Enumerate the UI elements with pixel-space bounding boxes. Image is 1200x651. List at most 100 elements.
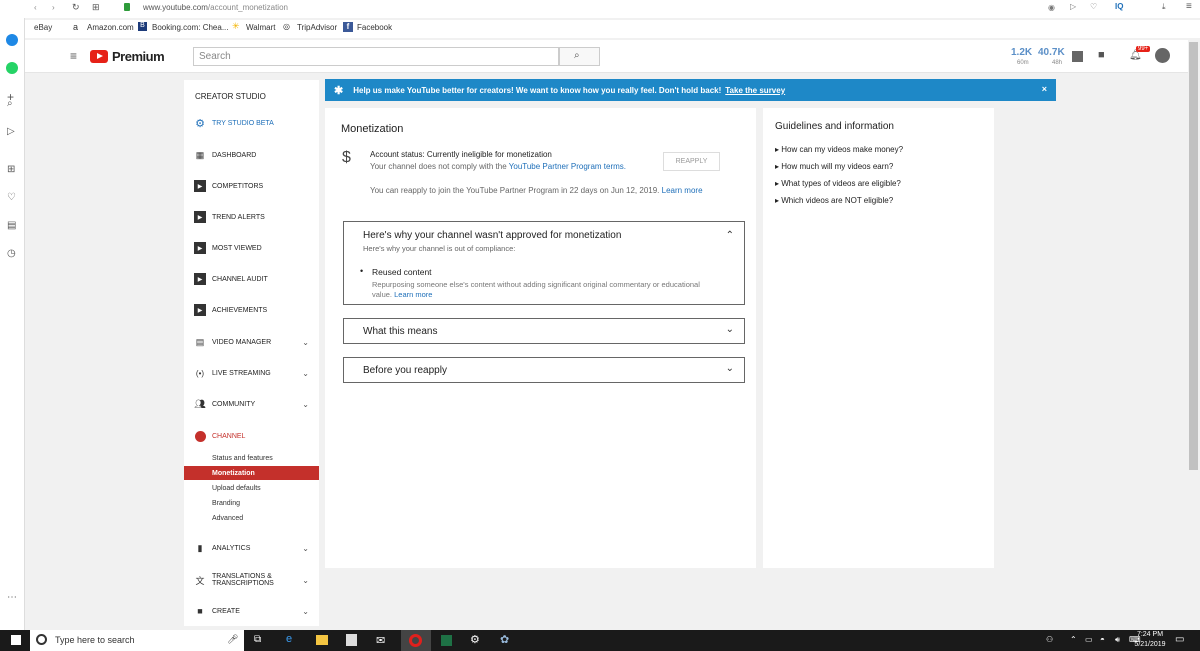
- sidebar-item-try-beta[interactable]: ⚙ TRY STUDIO BETA: [184, 115, 319, 131]
- vidiq-icon: ▶: [194, 180, 206, 192]
- tray-chevron-icon[interactable]: ⌃: [1070, 635, 1077, 644]
- learn-more-link[interactable]: Learn more: [394, 290, 432, 299]
- task-view-icon[interactable]: ⧉: [254, 634, 261, 645]
- sidebar-item-analytics[interactable]: ▮ ANALYTICS ⌄: [184, 540, 319, 556]
- clock-date[interactable]: 5/21/2019: [1131, 641, 1169, 648]
- sidebar-item-channel[interactable]: CHANNEL: [184, 428, 319, 444]
- iq-icon[interactable]: IQ: [1115, 2, 1123, 11]
- address-bar[interactable]: www.youtube.com/account_monetization: [143, 3, 288, 12]
- taskbar-search-input[interactable]: Type here to search 🎤︎: [30, 630, 244, 651]
- search-input[interactable]: Search: [193, 47, 559, 66]
- app-icon[interactable]: ✿: [500, 633, 509, 646]
- heart-icon[interactable]: ♡: [7, 192, 16, 203]
- chevron-up-icon[interactable]: ⌃: [726, 230, 734, 241]
- forward-icon[interactable]: ›: [52, 3, 55, 12]
- hamburger-icon[interactable]: ≡: [70, 49, 77, 63]
- analytics-icon[interactable]: [1072, 51, 1083, 62]
- partner-program-link[interactable]: YouTube Partner Program terms.: [509, 162, 626, 171]
- chevron-down-icon[interactable]: ⌄: [302, 544, 309, 553]
- sidebar-item-dashboard[interactable]: ▦ DASHBOARD: [184, 147, 319, 163]
- battery-icon[interactable]: ▭: [1085, 635, 1093, 644]
- chevron-down-icon[interactable]: ⌄: [302, 607, 309, 616]
- whatsapp-icon[interactable]: [6, 62, 18, 74]
- bookmark-tripadvisor[interactable]: TripAdvisor: [297, 23, 337, 32]
- apps-icon[interactable]: ⊞: [7, 164, 15, 175]
- clock-time[interactable]: 7:24 PM: [1133, 631, 1167, 638]
- chevron-down-icon[interactable]: ⌄: [302, 400, 309, 409]
- news-icon[interactable]: ▤: [7, 220, 16, 231]
- back-icon[interactable]: ‹: [34, 3, 37, 12]
- avatar[interactable]: [1155, 48, 1170, 63]
- sidebar-item-channel-audit[interactable]: ▶ CHANNEL AUDIT: [184, 271, 319, 287]
- accordion-before-you-reapply[interactable]: Before you reapply ⌄: [343, 357, 745, 383]
- menu-icon[interactable]: ≡: [1186, 1, 1192, 12]
- heart-icon[interactable]: ♡: [1090, 2, 1097, 11]
- history-icon[interactable]: ◷: [7, 248, 16, 259]
- bookmark-booking[interactable]: Booking.com: Chea...: [152, 23, 228, 32]
- send-icon[interactable]: ▷: [1070, 2, 1076, 11]
- sidebar-item-video-manager[interactable]: ▤ VIDEO MANAGER ⌄: [184, 334, 319, 350]
- sidebar-item-community[interactable]: 👥︎ COMMUNITY ⌄: [184, 396, 319, 412]
- sidebar-item-create[interactable]: ■ CREATE ⌄: [184, 603, 319, 619]
- sidebar-item-competitors[interactable]: ▶ COMPETITORS: [184, 178, 319, 194]
- file-explorer-icon[interactable]: [316, 635, 328, 645]
- edge-icon[interactable]: e: [286, 633, 292, 645]
- sidebar-item-most-viewed[interactable]: ▶ MOST VIEWED: [184, 240, 319, 256]
- store-icon[interactable]: [346, 634, 357, 646]
- learn-more-link[interactable]: Learn more: [662, 186, 703, 195]
- guideline-link[interactable]: ▸ What types of videos are eligible?: [775, 179, 901, 188]
- spreadsheet-icon[interactable]: [441, 635, 452, 646]
- sidebar-item-trend-alerts[interactable]: ▶ TREND ALERTS: [184, 209, 319, 225]
- microphone-icon[interactable]: 🎤︎: [227, 634, 238, 645]
- sidebar-subitem-monetization[interactable]: Monetization: [184, 466, 319, 480]
- chevron-down-icon[interactable]: ⌄: [302, 576, 309, 585]
- messenger-icon[interactable]: [6, 34, 18, 46]
- accordion-what-this-means[interactable]: What this means ⌄: [343, 318, 745, 344]
- chevron-down-icon[interactable]: ⌄: [726, 363, 734, 374]
- facebook-icon: f: [343, 22, 353, 32]
- sidebar-item-translations[interactable]: 文 TRANSLATIONS & TRANSCRIPTIONS ⌄: [184, 571, 319, 589]
- accordion-title[interactable]: Here's why your channel wasn't approved …: [363, 230, 621, 241]
- reload-icon[interactable]: ↻: [72, 2, 80, 13]
- camera-icon[interactable]: ◉: [1048, 3, 1055, 12]
- network-icon[interactable]: ◓: [1100, 635, 1105, 644]
- close-icon[interactable]: ×: [1042, 84, 1047, 94]
- scrollbar-thumb[interactable]: [1189, 42, 1198, 470]
- sidebar-subitem-advanced[interactable]: Advanced: [184, 511, 319, 525]
- take-survey-link[interactable]: Take the survey: [725, 86, 785, 95]
- chevron-down-icon[interactable]: ⌄: [302, 369, 309, 378]
- create-video-icon: ■: [197, 606, 203, 616]
- chevron-down-icon[interactable]: ⌄: [726, 324, 734, 335]
- settings-gear-icon[interactable]: ⚙: [470, 633, 480, 646]
- chevron-down-icon[interactable]: ⌄: [302, 338, 309, 347]
- premium-logo-text[interactable]: Premium: [112, 49, 165, 64]
- guideline-link[interactable]: ▸ Which videos are NOT eligible?: [775, 196, 893, 205]
- bookmark-facebook[interactable]: Facebook: [357, 23, 392, 32]
- guideline-link[interactable]: ▸ How much will my videos earn?: [775, 162, 893, 171]
- youtube-logo-icon[interactable]: [90, 50, 108, 63]
- people-icon[interactable]: ⚇: [1046, 635, 1053, 644]
- grid-icon[interactable]: ⊞: [92, 2, 100, 13]
- download-icon[interactable]: ⤓: [1162, 2, 1166, 12]
- bookmark-ebay[interactable]: eBay: [34, 23, 52, 32]
- search-icon[interactable]: ⌕: [7, 98, 13, 109]
- mail-icon[interactable]: ✉: [376, 634, 385, 647]
- volume-icon[interactable]: 🔊︎: [1115, 635, 1120, 645]
- sidebar-subitem-upload-defaults[interactable]: Upload defaults: [184, 481, 319, 495]
- sidebar-item-live-streaming[interactable]: (•) LIVE STREAMING ⌄: [184, 365, 319, 381]
- sidebar-subitem-branding[interactable]: Branding: [184, 496, 319, 510]
- windows-start-icon[interactable]: [11, 635, 21, 645]
- page-scrollbar[interactable]: [1188, 40, 1200, 630]
- video-camera-icon[interactable]: ■: [1098, 49, 1105, 61]
- reapply-button[interactable]: REAPPLY: [663, 152, 720, 171]
- guideline-link[interactable]: ▸ How can my videos make money?: [775, 145, 903, 154]
- sidebar-item-achievements[interactable]: ▶ ACHIEVEMENTS: [184, 302, 319, 318]
- search-button[interactable]: ⌕: [559, 47, 600, 66]
- sidebar-subitem-status[interactable]: Status and features: [184, 451, 319, 465]
- send-icon[interactable]: ▷: [7, 126, 15, 137]
- bookmark-amazon[interactable]: Amazon.com: [87, 23, 134, 32]
- more-icon[interactable]: ⋯: [7, 592, 17, 603]
- bookmark-walmart[interactable]: Walmart: [246, 23, 275, 32]
- opera-taskbar-item[interactable]: [401, 630, 431, 651]
- notifications-icon[interactable]: ▭: [1175, 634, 1184, 645]
